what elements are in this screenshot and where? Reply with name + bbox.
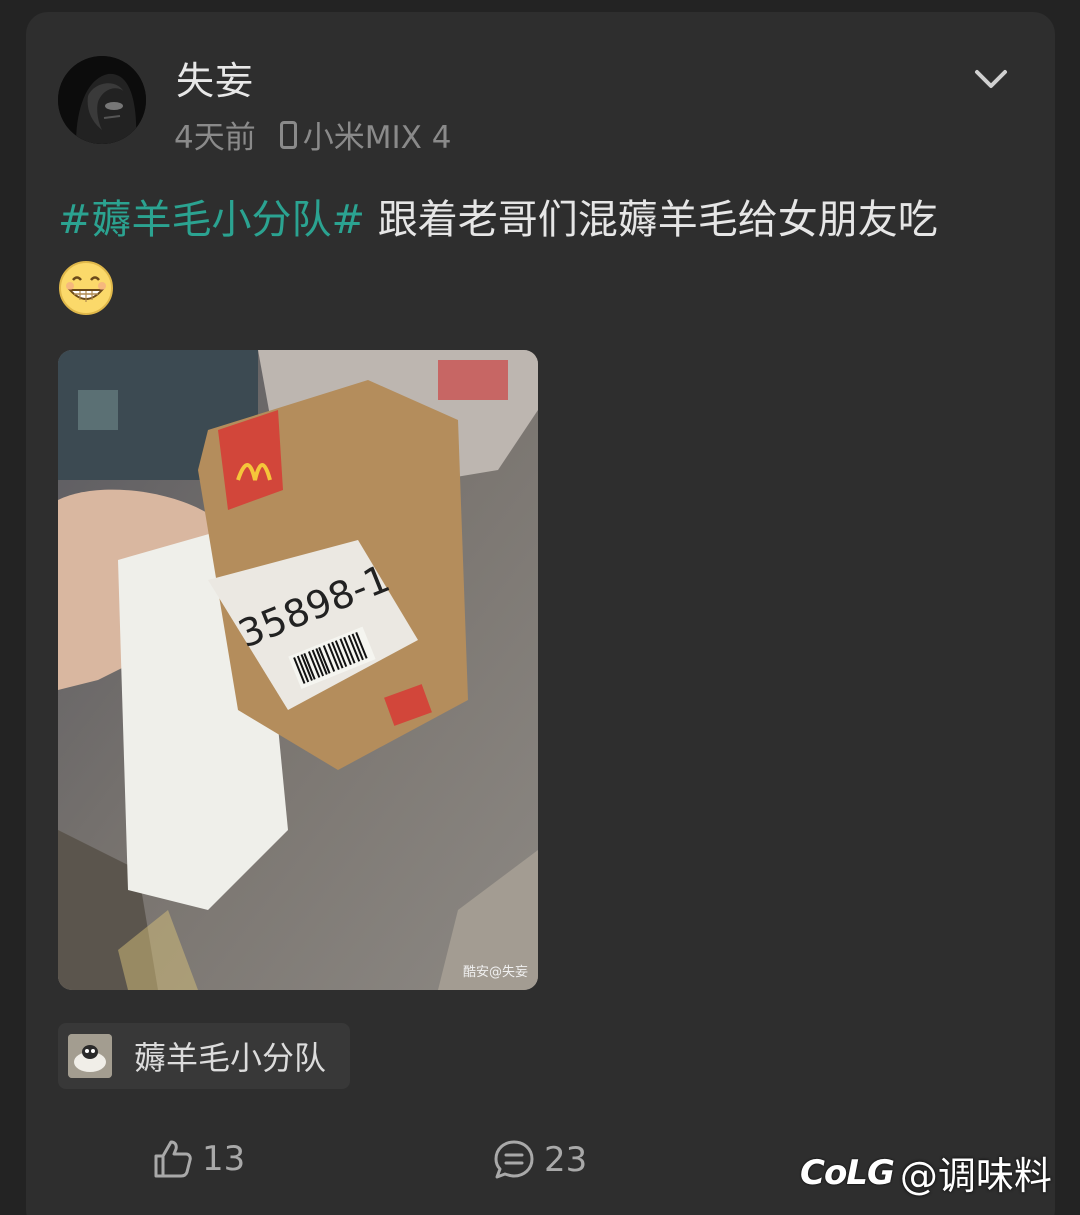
thumbs-up-icon [154,1140,192,1178]
topic-thumbnail [68,1034,112,1078]
author-name[interactable]: 失妄 [176,50,254,105]
device-name: 小米MIX 4 [302,120,452,156]
comment-button[interactable]: 23 [492,1138,587,1182]
topic-chip[interactable]: 薅羊毛小分队 [58,1023,350,1089]
post-card[interactable]: 失妄 4天前 小米MIX 4 #薅羊毛小分队# 跟着老哥们混薅羊毛给女朋友吃 3… [26,12,1055,1215]
post-time: 4天前 [174,120,256,156]
grinning-face-emoji-icon [59,261,113,315]
mcdonalds-bag-photo: 35898-1 [58,350,538,990]
comment-count: 23 [544,1140,588,1180]
colg-logo: CoLG [800,1152,895,1193]
hashtag-link[interactable]: #薅羊毛小分队# [58,197,365,243]
author-avatar[interactable] [58,56,146,144]
photo-watermark: 酷安@失妄 [462,965,528,980]
feed-page: 失妄 4天前 小米MIX 4 #薅羊毛小分队# 跟着老哥们混薅羊毛给女朋友吃 3… [0,0,1080,1215]
watermark-handle: @调味料 [899,1154,1052,1198]
avatar-image [58,56,146,144]
topic-label: 薅羊毛小分队 [134,1039,327,1077]
post-meta: 4天前 小米MIX 4 [174,112,451,157]
sheep-icon [68,1034,112,1078]
like-count: 13 [202,1139,246,1179]
comment-icon [494,1140,534,1179]
chevron-down-icon[interactable] [971,64,1011,92]
like-button[interactable]: 13 [152,1138,245,1180]
post-photo[interactable]: 35898-1 酷安@失妄 [58,350,538,990]
site-watermark: CoLG @调味料 [800,1145,1052,1200]
post-body: #薅羊毛小分队# 跟着老哥们混薅羊毛给女朋友吃 [58,192,1038,248]
phone-icon [279,120,297,149]
post-text: 跟着老哥们混薅羊毛给女朋友吃 [365,197,938,243]
